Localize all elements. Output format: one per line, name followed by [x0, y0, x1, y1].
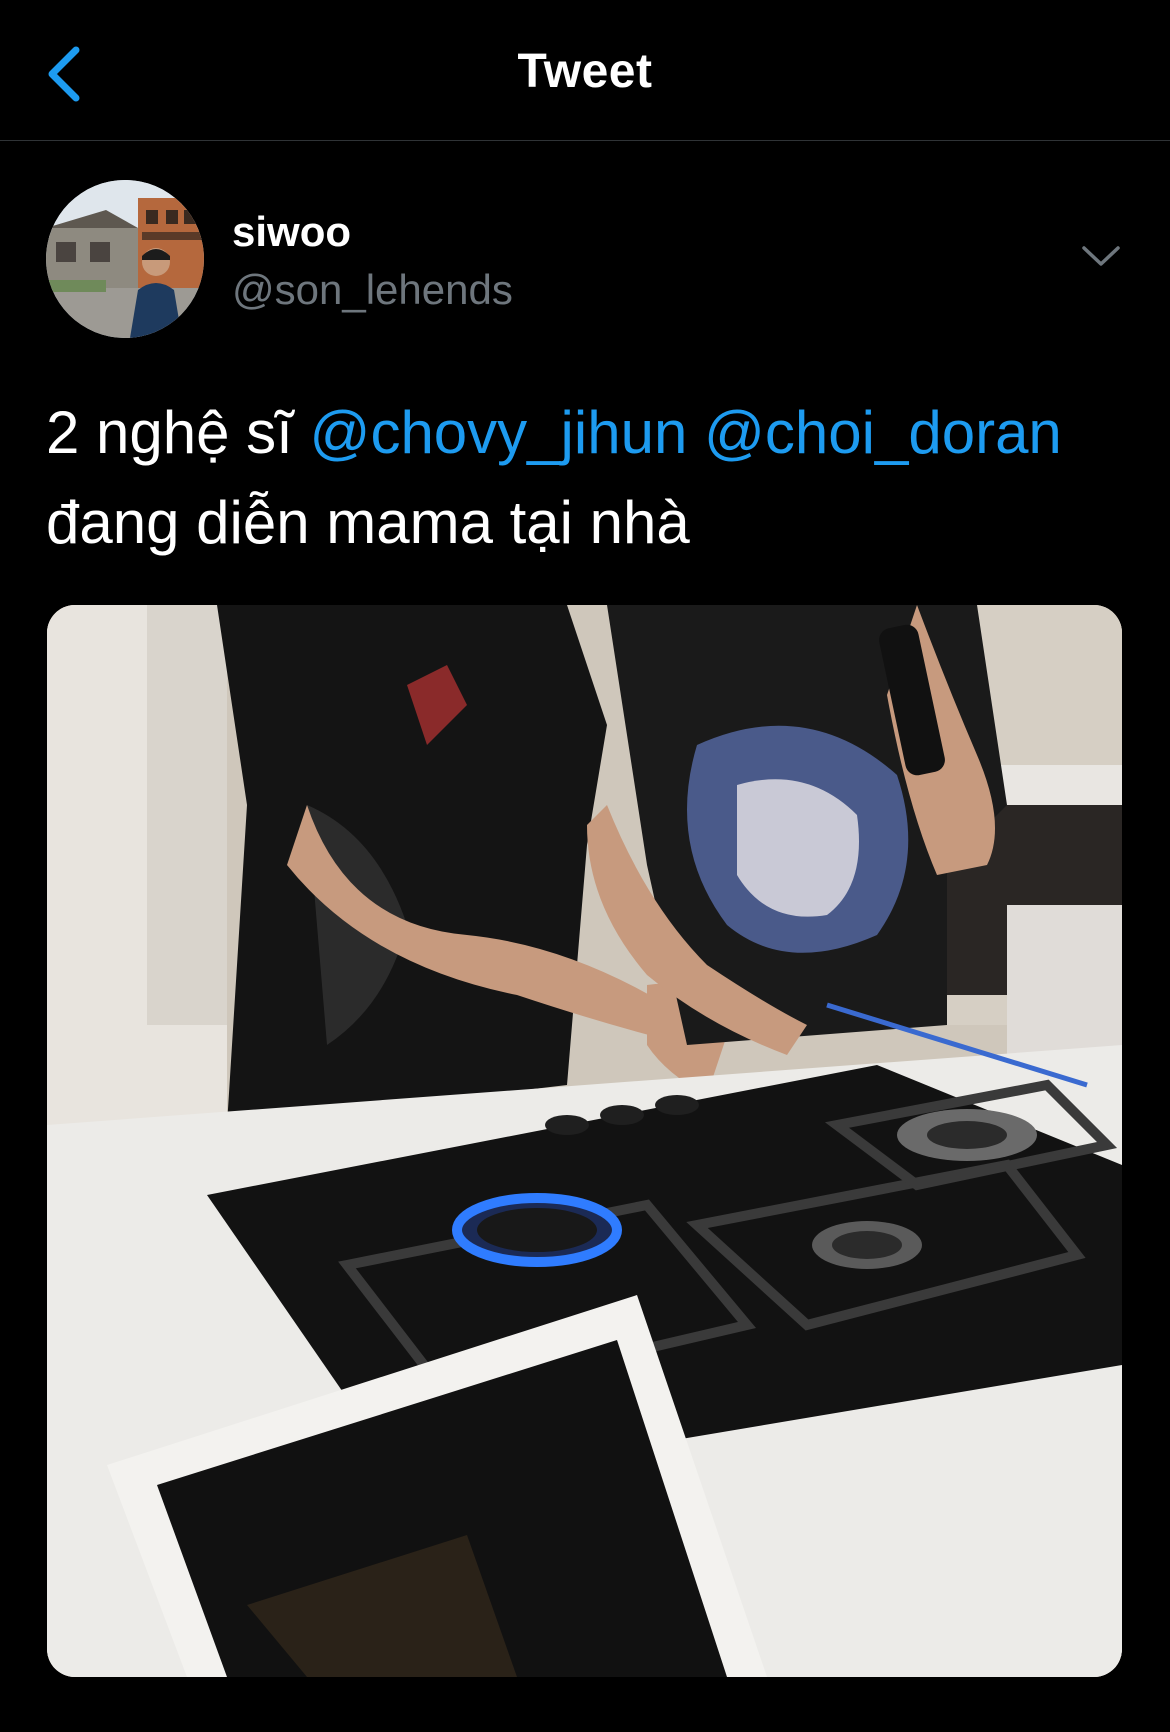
- tweet-photo[interactable]: [47, 605, 1122, 1677]
- display-name[interactable]: siwoo: [232, 208, 351, 256]
- user-handle[interactable]: @son_lehends: [232, 266, 513, 314]
- tweet-text: 2 nghệ sĩ @chovy_jihun @choi_doran đang …: [46, 388, 1136, 568]
- mention-link[interactable]: @choi_doran: [704, 399, 1062, 466]
- page-title: Tweet: [517, 45, 653, 98]
- nav-bar: Tweet: [0, 0, 1170, 141]
- chevron-down-icon: [1082, 246, 1120, 266]
- tweet-author: siwoo @son_lehends: [46, 180, 1126, 340]
- tweet-text-line2: đang diễn mama tại nhà: [46, 489, 690, 556]
- tweet-text-prefix: 2 nghệ sĩ: [46, 399, 310, 466]
- tweet-menu-button[interactable]: [1076, 236, 1126, 276]
- mention-link[interactable]: @chovy_jihun: [310, 399, 688, 466]
- avatar[interactable]: [46, 180, 204, 338]
